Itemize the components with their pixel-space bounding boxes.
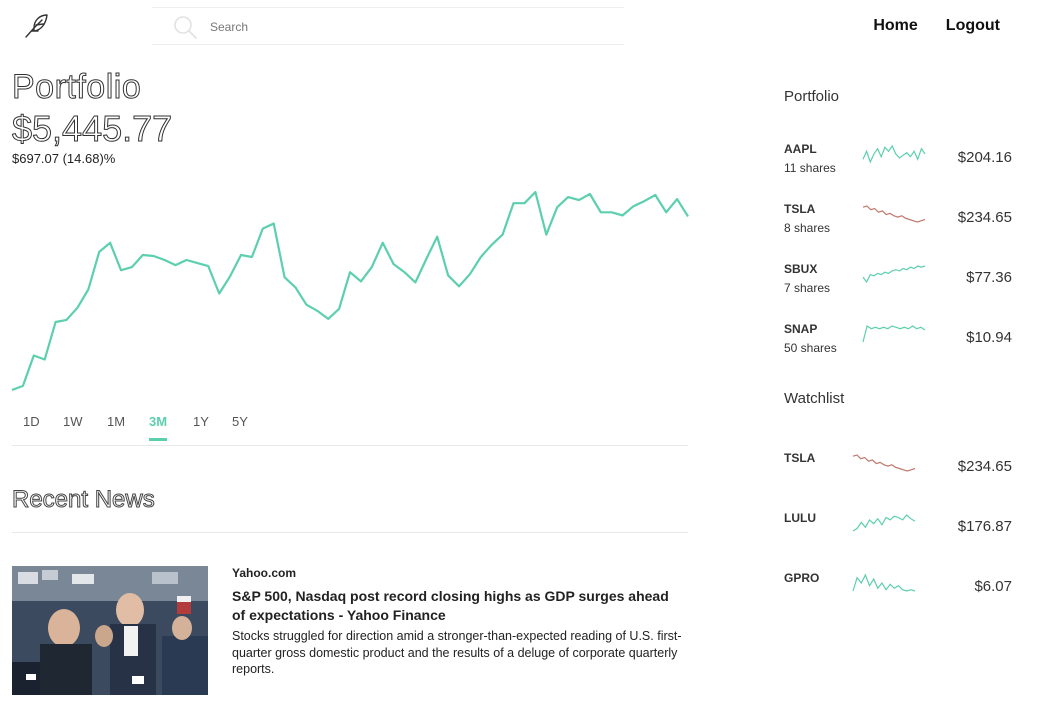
stock-symbol: TSLA bbox=[784, 451, 816, 465]
stock-symbol: GPRO bbox=[784, 571, 820, 585]
range-tab-1y[interactable]: 1Y bbox=[193, 414, 209, 438]
range-tab-1w[interactable]: 1W bbox=[63, 414, 83, 438]
news-headline[interactable]: S&P 500, Nasdaq post record closing high… bbox=[232, 587, 678, 625]
stock-sparkline bbox=[862, 205, 926, 223]
portfolio-stock-row-tsla[interactable]: TSLA 8 shares $234.65 bbox=[784, 202, 1024, 242]
range-tab-1m[interactable]: 1M bbox=[107, 414, 125, 438]
stock-sparkline bbox=[852, 454, 916, 472]
news-section-title: Recent News bbox=[12, 486, 156, 514]
stock-price: $234.65 bbox=[957, 458, 1012, 475]
stock-symbol: SNAP bbox=[784, 322, 818, 336]
range-tab-3m[interactable]: 3M bbox=[149, 414, 168, 441]
feather-logo-icon[interactable] bbox=[22, 12, 50, 40]
stock-symbol: SBUX bbox=[784, 262, 818, 276]
sparkline-path bbox=[862, 325, 926, 343]
stock-price: $77.36 bbox=[966, 269, 1012, 286]
range-tab-5y[interactable]: 5Y bbox=[232, 414, 248, 438]
stock-sparkline bbox=[862, 325, 926, 343]
sparkline-path bbox=[862, 144, 926, 164]
watchlist-stock-row-lulu[interactable]: LULU $176.87 bbox=[784, 511, 1024, 551]
search-icon bbox=[174, 16, 197, 39]
stock-shares: 50 shares bbox=[784, 341, 837, 355]
stock-price: $176.87 bbox=[957, 518, 1012, 535]
range-selector: 1D 1W 1M 3M 1Y 5Y bbox=[12, 412, 688, 446]
sparkline-path bbox=[852, 573, 916, 592]
portfolio-stock-row-snap[interactable]: SNAP 50 shares $10.94 bbox=[784, 322, 1024, 362]
stock-symbol: AAPL bbox=[784, 142, 817, 156]
sidebar-portfolio-heading: Portfolio bbox=[784, 88, 840, 105]
news-divider bbox=[12, 532, 688, 533]
stock-price: $234.65 bbox=[957, 209, 1012, 226]
page-title: Portfolio bbox=[11, 68, 142, 107]
stock-price: $6.07 bbox=[974, 578, 1012, 595]
portfolio-series-line bbox=[11, 190, 689, 392]
stock-symbol: LULU bbox=[784, 511, 816, 525]
sidebar-watchlist-heading: Watchlist bbox=[784, 390, 845, 407]
portfolio-value: $5,445.77 bbox=[11, 108, 173, 150]
search-bar[interactable] bbox=[152, 7, 624, 45]
range-tab-1d[interactable]: 1D bbox=[23, 414, 40, 438]
stock-price: $10.94 bbox=[966, 329, 1012, 346]
logout-link[interactable]: Logout bbox=[946, 17, 1000, 35]
top-nav: Home Logout bbox=[873, 17, 1000, 35]
portfolio-change: $697.07 (14.68)% bbox=[12, 151, 116, 166]
search-input[interactable] bbox=[208, 16, 612, 38]
news-source: Yahoo.com bbox=[232, 566, 297, 580]
stock-sparkline bbox=[862, 144, 926, 164]
stock-shares: 8 shares bbox=[784, 221, 831, 235]
stock-price: $204.16 bbox=[957, 149, 1012, 166]
stock-sparkline bbox=[852, 573, 916, 592]
sparkline-path bbox=[862, 205, 926, 223]
stock-symbol: TSLA bbox=[784, 202, 816, 216]
stock-sparkline bbox=[862, 265, 926, 284]
watchlist-stock-row-tsla[interactable]: TSLA $234.65 bbox=[784, 451, 1024, 491]
sparkline-path bbox=[852, 454, 916, 472]
stock-shares: 7 shares bbox=[784, 281, 831, 295]
portfolio-stock-row-sbux[interactable]: SBUX 7 shares $77.36 bbox=[784, 262, 1024, 302]
stock-sparkline bbox=[852, 514, 916, 532]
home-link[interactable]: Home bbox=[873, 17, 917, 35]
news-thumbnail-image[interactable] bbox=[12, 566, 208, 695]
stock-shares: 11 shares bbox=[784, 161, 836, 175]
news-summary: Stocks struggled for direction amid a st… bbox=[232, 629, 682, 676]
portfolio-line-chart bbox=[11, 190, 689, 392]
watchlist-stock-row-gpro[interactable]: GPRO $6.07 bbox=[784, 571, 1024, 611]
news-item[interactable]: Yahoo.com S&P 500, Nasdaq post record cl… bbox=[12, 566, 688, 696]
portfolio-stock-row-aapl[interactable]: AAPL 11 shares $204.16 bbox=[784, 142, 1024, 182]
sparkline-path bbox=[852, 514, 916, 532]
sparkline-path bbox=[862, 265, 926, 284]
